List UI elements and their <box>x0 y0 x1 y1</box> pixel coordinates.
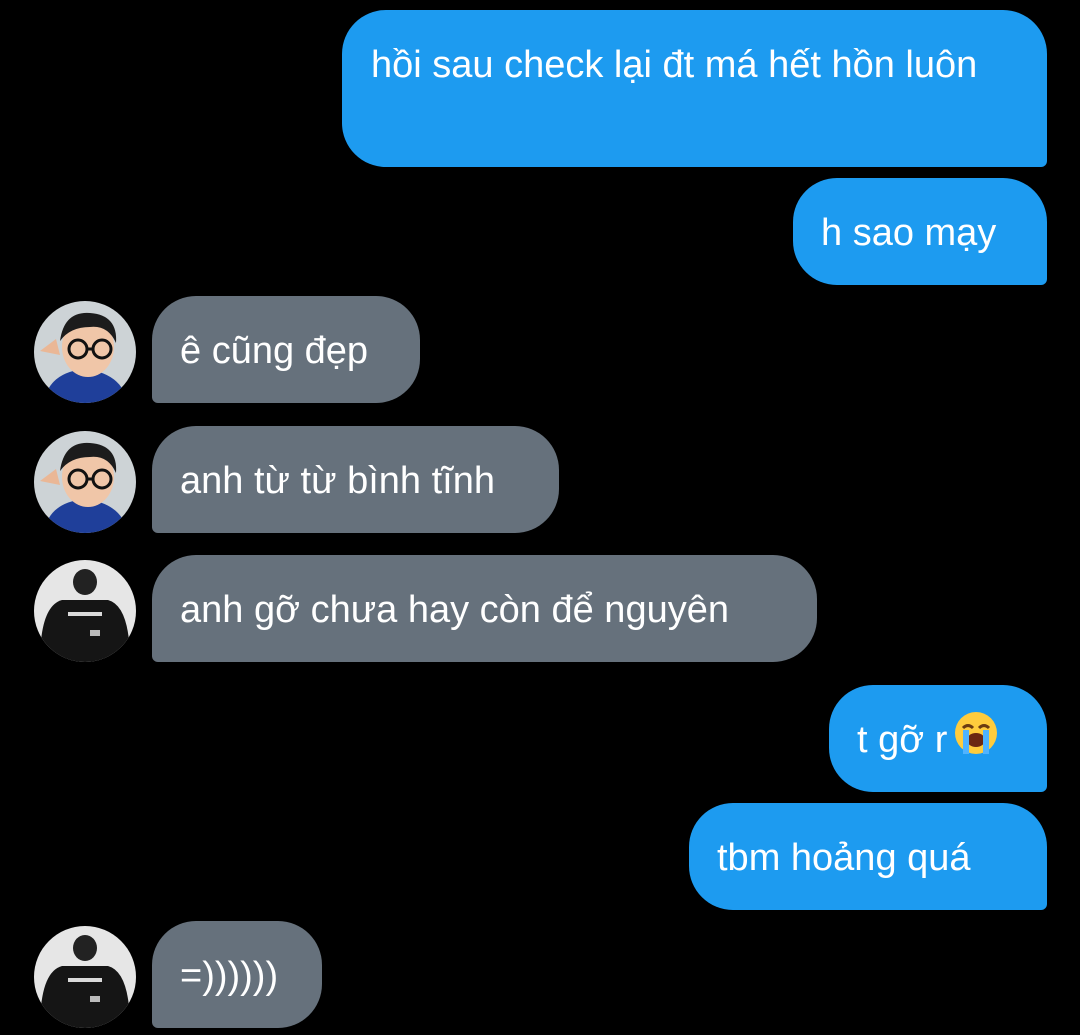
incoming-message-bubble[interactable]: =)))))) <box>152 921 322 1028</box>
outgoing-message-bubble[interactable]: tbm hoảng quá <box>689 803 1047 910</box>
sender-avatar[interactable] <box>34 301 136 403</box>
message-text: hồi sau check lại đt má hết hồn luôn <box>371 44 978 86</box>
outgoing-message-bubble[interactable]: h sao mạy <box>793 178 1047 285</box>
sender-avatar[interactable] <box>34 560 136 662</box>
message-text: ê cũng đẹp <box>180 330 369 372</box>
outgoing-message-bubble[interactable]: hồi sau check lại đt má hết hồn luôn <box>342 10 1047 167</box>
incoming-message-bubble[interactable]: ê cũng đẹp <box>152 296 420 403</box>
message-text: h sao mạy <box>821 212 997 254</box>
sender-avatar[interactable] <box>34 431 136 533</box>
message-text: t gỡ r <box>857 719 948 762</box>
incoming-message-bubble[interactable]: anh gỡ chưa hay còn để nguyên <box>152 555 817 662</box>
glasses-person-avatar-icon <box>34 301 136 403</box>
loudly-crying-face-icon <box>953 710 999 768</box>
message-text: =)))))) <box>180 955 279 997</box>
jersey-person-avatar-icon <box>34 560 136 662</box>
message-text: anh từ từ bình tĩnh <box>180 460 495 502</box>
message-text: tbm hoảng quá <box>717 837 971 879</box>
incoming-message-bubble[interactable]: anh từ từ bình tĩnh <box>152 426 559 533</box>
outgoing-message-bubble[interactable]: t gỡ r <box>829 685 1047 792</box>
glasses-person-avatar-icon <box>34 431 136 533</box>
sender-avatar[interactable] <box>34 926 136 1028</box>
jersey-person-avatar-icon <box>34 926 136 1028</box>
message-text: anh gỡ chưa hay còn để nguyên <box>180 589 729 631</box>
